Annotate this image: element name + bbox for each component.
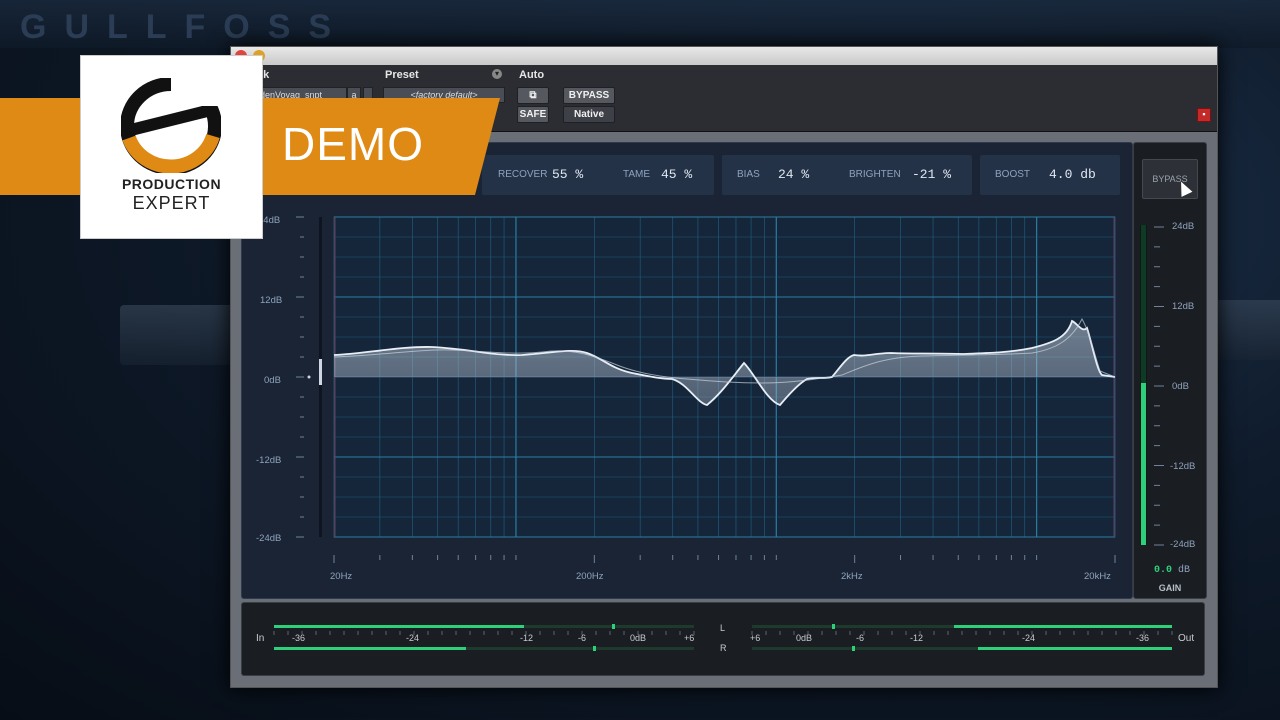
plugin-close-icon[interactable]: ▪	[1197, 108, 1211, 122]
safe-button[interactable]: SAFE	[517, 106, 549, 123]
io-meter-panel: In Out L R -36 -24 -12 -6 0dB +6 +6 0dB …	[241, 602, 1205, 676]
out-meter-peak	[832, 624, 835, 629]
brand-line-2: EXPERT	[132, 193, 211, 213]
out-meter-r-level	[978, 647, 1172, 650]
demo-label: DEMO	[282, 118, 424, 170]
gain-value-unit: dB	[1178, 565, 1191, 576]
input-gain-slider-dot	[307, 375, 311, 379]
in-meter-l-level	[274, 625, 524, 628]
in-meter-peak	[593, 646, 596, 651]
gain-panel: BYPASS 24dB 12dB 0dB -12dB -24dB 0.0 dB …	[1133, 142, 1207, 599]
production-expert-logo-icon	[121, 78, 221, 173]
gain-y-label: 0dB	[1172, 381, 1189, 392]
gain-y-label: -24dB	[1170, 539, 1196, 550]
preset-menu-icon[interactable]: ▾	[492, 69, 502, 79]
background-shape	[1218, 300, 1280, 360]
io-meter-ticks	[273, 631, 1173, 635]
preset-label: Preset	[385, 69, 419, 81]
gain-y-label: -12dB	[1170, 461, 1196, 472]
y-axis-ticks	[296, 216, 304, 538]
gain-label: GAIN	[1158, 583, 1182, 593]
gain-y-label: 12dB	[1172, 301, 1195, 312]
gain-y-label: 24dB	[1172, 221, 1195, 232]
gain-scale-ticks	[1154, 226, 1164, 546]
production-expert-logo: PRODUCTION EXPERT	[80, 55, 263, 239]
eq-graph[interactable]	[242, 143, 1132, 598]
compare-icon[interactable]: ⧉	[517, 87, 549, 104]
gain-value[interactable]: 0.0 dB	[1154, 565, 1190, 576]
background-shape	[120, 305, 240, 365]
io-meter-bars	[273, 624, 1173, 651]
out-meter-l-level	[954, 625, 1172, 628]
x-axis-ticks	[333, 555, 1116, 563]
input-gain-slider-handle	[319, 359, 322, 385]
eq-panel: RECOVER 55 % TAME 45 % BIAS 24 % BRIGHTE…	[241, 142, 1133, 599]
brand-line-1: PRODUCTION	[121, 176, 222, 192]
plugin-body: RECOVER 55 % TAME 45 % BIAS 24 % BRIGHTE…	[231, 132, 1217, 687]
native-button[interactable]: Native	[563, 106, 615, 123]
out-meter-peak	[852, 646, 855, 651]
in-meter-peak	[612, 624, 615, 629]
gain-value-number: 0.0	[1154, 565, 1173, 576]
in-meter-r-level	[274, 647, 466, 650]
background-brand-text: GULLFOSS	[20, 8, 350, 46]
window-titlebar[interactable]	[231, 47, 1217, 66]
bypass-button[interactable]: BYPASS	[563, 87, 615, 104]
auto-label: Auto	[519, 69, 545, 81]
